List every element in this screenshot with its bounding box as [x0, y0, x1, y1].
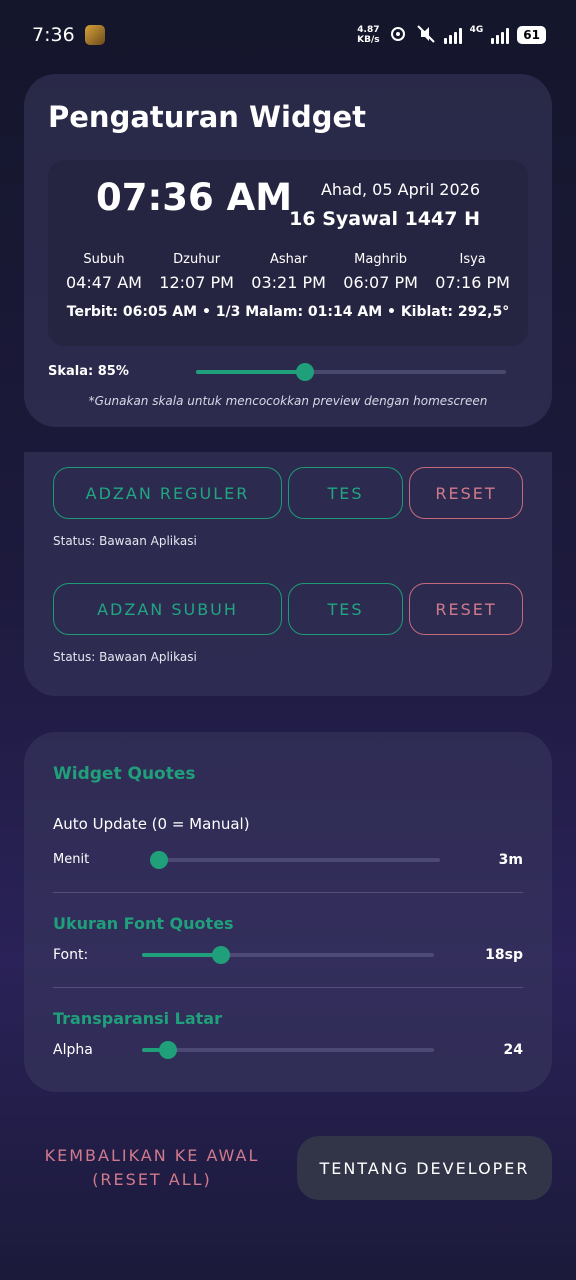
signal-icon-2: [491, 26, 510, 44]
preview-info-line: Terbit: 06:05 AM • 1/3 Malam: 01:14 AM •…: [66, 304, 510, 320]
page-title: Pengaturan Widget: [48, 100, 366, 134]
prayer-subuh: Subuh 04:47 AM: [66, 252, 142, 292]
widget-settings-card: Pengaturan Widget 07:36 AM Ahad, 05 Apri…: [24, 74, 552, 427]
status-bar-right: 4.87 KB/s 4G 61: [357, 25, 546, 46]
hotspot-icon: [388, 26, 408, 45]
adzan-reguler-button[interactable]: ADZAN REGULER: [53, 467, 282, 519]
status-time: 7:36: [32, 24, 75, 46]
preview-time: 07:36 AM: [96, 176, 293, 219]
quotes-section-title: Widget Quotes: [53, 764, 196, 784]
prayer-name: Subuh: [83, 252, 125, 267]
preview-date: Ahad, 05 April 2026: [320, 180, 480, 199]
font-size-section-title: Ukuran Font Quotes: [53, 914, 234, 933]
prayer-maghrib: Maghrib 06:07 PM: [343, 252, 418, 292]
adzan-subuh-reset-button[interactable]: RESET: [409, 583, 523, 635]
adzan-reguler-reset-button[interactable]: RESET: [409, 467, 523, 519]
font-label: Font:: [53, 947, 89, 963]
widget-preview: 07:36 AM Ahad, 05 April 2026 16 Syawal 1…: [48, 160, 528, 346]
menit-value: 3m: [498, 852, 523, 868]
about-developer-button[interactable]: TENTANG DEVELOPER: [297, 1136, 552, 1200]
app-notification-icon: [84, 25, 105, 45]
adzan-subuh-test-button[interactable]: TES: [288, 583, 403, 635]
status-bar: 7:36 4.87 KB/s 4G 61: [0, 0, 576, 56]
prayer-name: Ashar: [270, 252, 308, 267]
menit-slider[interactable]: [149, 850, 440, 870]
reset-all-line1: KEMBALIKAN KE AWAL: [44, 1146, 260, 1165]
network-speed-value: 4.87: [357, 25, 380, 35]
adzan-reguler-status: Status: Bawaan Aplikasi: [53, 534, 197, 548]
prayer-times-row: Subuh 04:47 AM Dzuhur 12:07 PM Ashar 03:…: [66, 252, 510, 292]
mute-icon: [416, 24, 436, 46]
scale-slider[interactable]: [196, 362, 506, 382]
alpha-label: Alpha: [53, 1042, 93, 1058]
auto-update-label: Auto Update (0 = Manual): [53, 815, 250, 833]
prayer-time: 06:07 PM: [343, 273, 418, 292]
slider-thumb[interactable]: [159, 1041, 178, 1059]
alpha-slider[interactable]: [142, 1040, 434, 1060]
divider: [53, 892, 523, 893]
prayer-time: 04:47 AM: [66, 273, 142, 292]
prayer-ashar: Ashar 03:21 PM: [251, 252, 326, 292]
divider: [53, 987, 523, 988]
font-size-value: 18sp: [485, 947, 523, 963]
network-type: 4G: [469, 24, 484, 35]
font-size-slider[interactable]: [142, 945, 434, 965]
prayer-name: Dzuhur: [173, 252, 221, 267]
slider-fill: [142, 953, 221, 957]
prayer-name: Maghrib: [354, 252, 408, 267]
reset-all-button[interactable]: KEMBALIKAN KE AWAL (RESET ALL): [24, 1136, 280, 1200]
prayer-dzuhur: Dzuhur 12:07 PM: [159, 252, 234, 292]
adzan-reguler-test-button[interactable]: TES: [288, 467, 403, 519]
alpha-value: 24: [503, 1042, 523, 1058]
scale-label: Skala: 85%: [48, 364, 129, 379]
prayer-name: Isya: [459, 252, 486, 267]
adzan-subuh-button[interactable]: ADZAN SUBUH: [53, 583, 282, 635]
prayer-time: 07:16 PM: [435, 273, 510, 292]
network-speed: 4.87 KB/s: [357, 25, 379, 45]
prayer-isya: Isya 07:16 PM: [435, 252, 510, 292]
preview-hijri-date: 16 Syawal 1447 H: [289, 208, 480, 230]
network-speed-unit: KB/s: [357, 35, 380, 45]
adzan-subuh-status: Status: Bawaan Aplikasi: [53, 650, 197, 664]
transparency-section-title: Transparansi Latar: [53, 1009, 222, 1028]
prayer-time: 03:21 PM: [251, 273, 326, 292]
slider-track: [142, 1048, 434, 1052]
adzan-settings-card: ADZAN REGULER TES RESET Status: Bawaan A…: [24, 452, 552, 696]
status-bar-left: 7:36: [32, 24, 105, 46]
scale-hint: *Gunakan skala untuk mencocokkan preview…: [88, 394, 488, 408]
quotes-settings-card: Widget Quotes Auto Update (0 = Manual) M…: [24, 732, 552, 1092]
slider-thumb[interactable]: [149, 851, 168, 869]
signal-icon: [443, 26, 462, 44]
prayer-time: 12:07 PM: [159, 273, 234, 292]
menit-label: Menit: [53, 852, 90, 867]
slider-track: [150, 858, 440, 862]
slider-fill: [196, 370, 305, 374]
reset-all-line2: (RESET ALL): [92, 1170, 212, 1189]
slider-thumb[interactable]: [211, 946, 230, 964]
slider-thumb[interactable]: [295, 363, 314, 381]
battery-icon: 61: [517, 26, 546, 44]
